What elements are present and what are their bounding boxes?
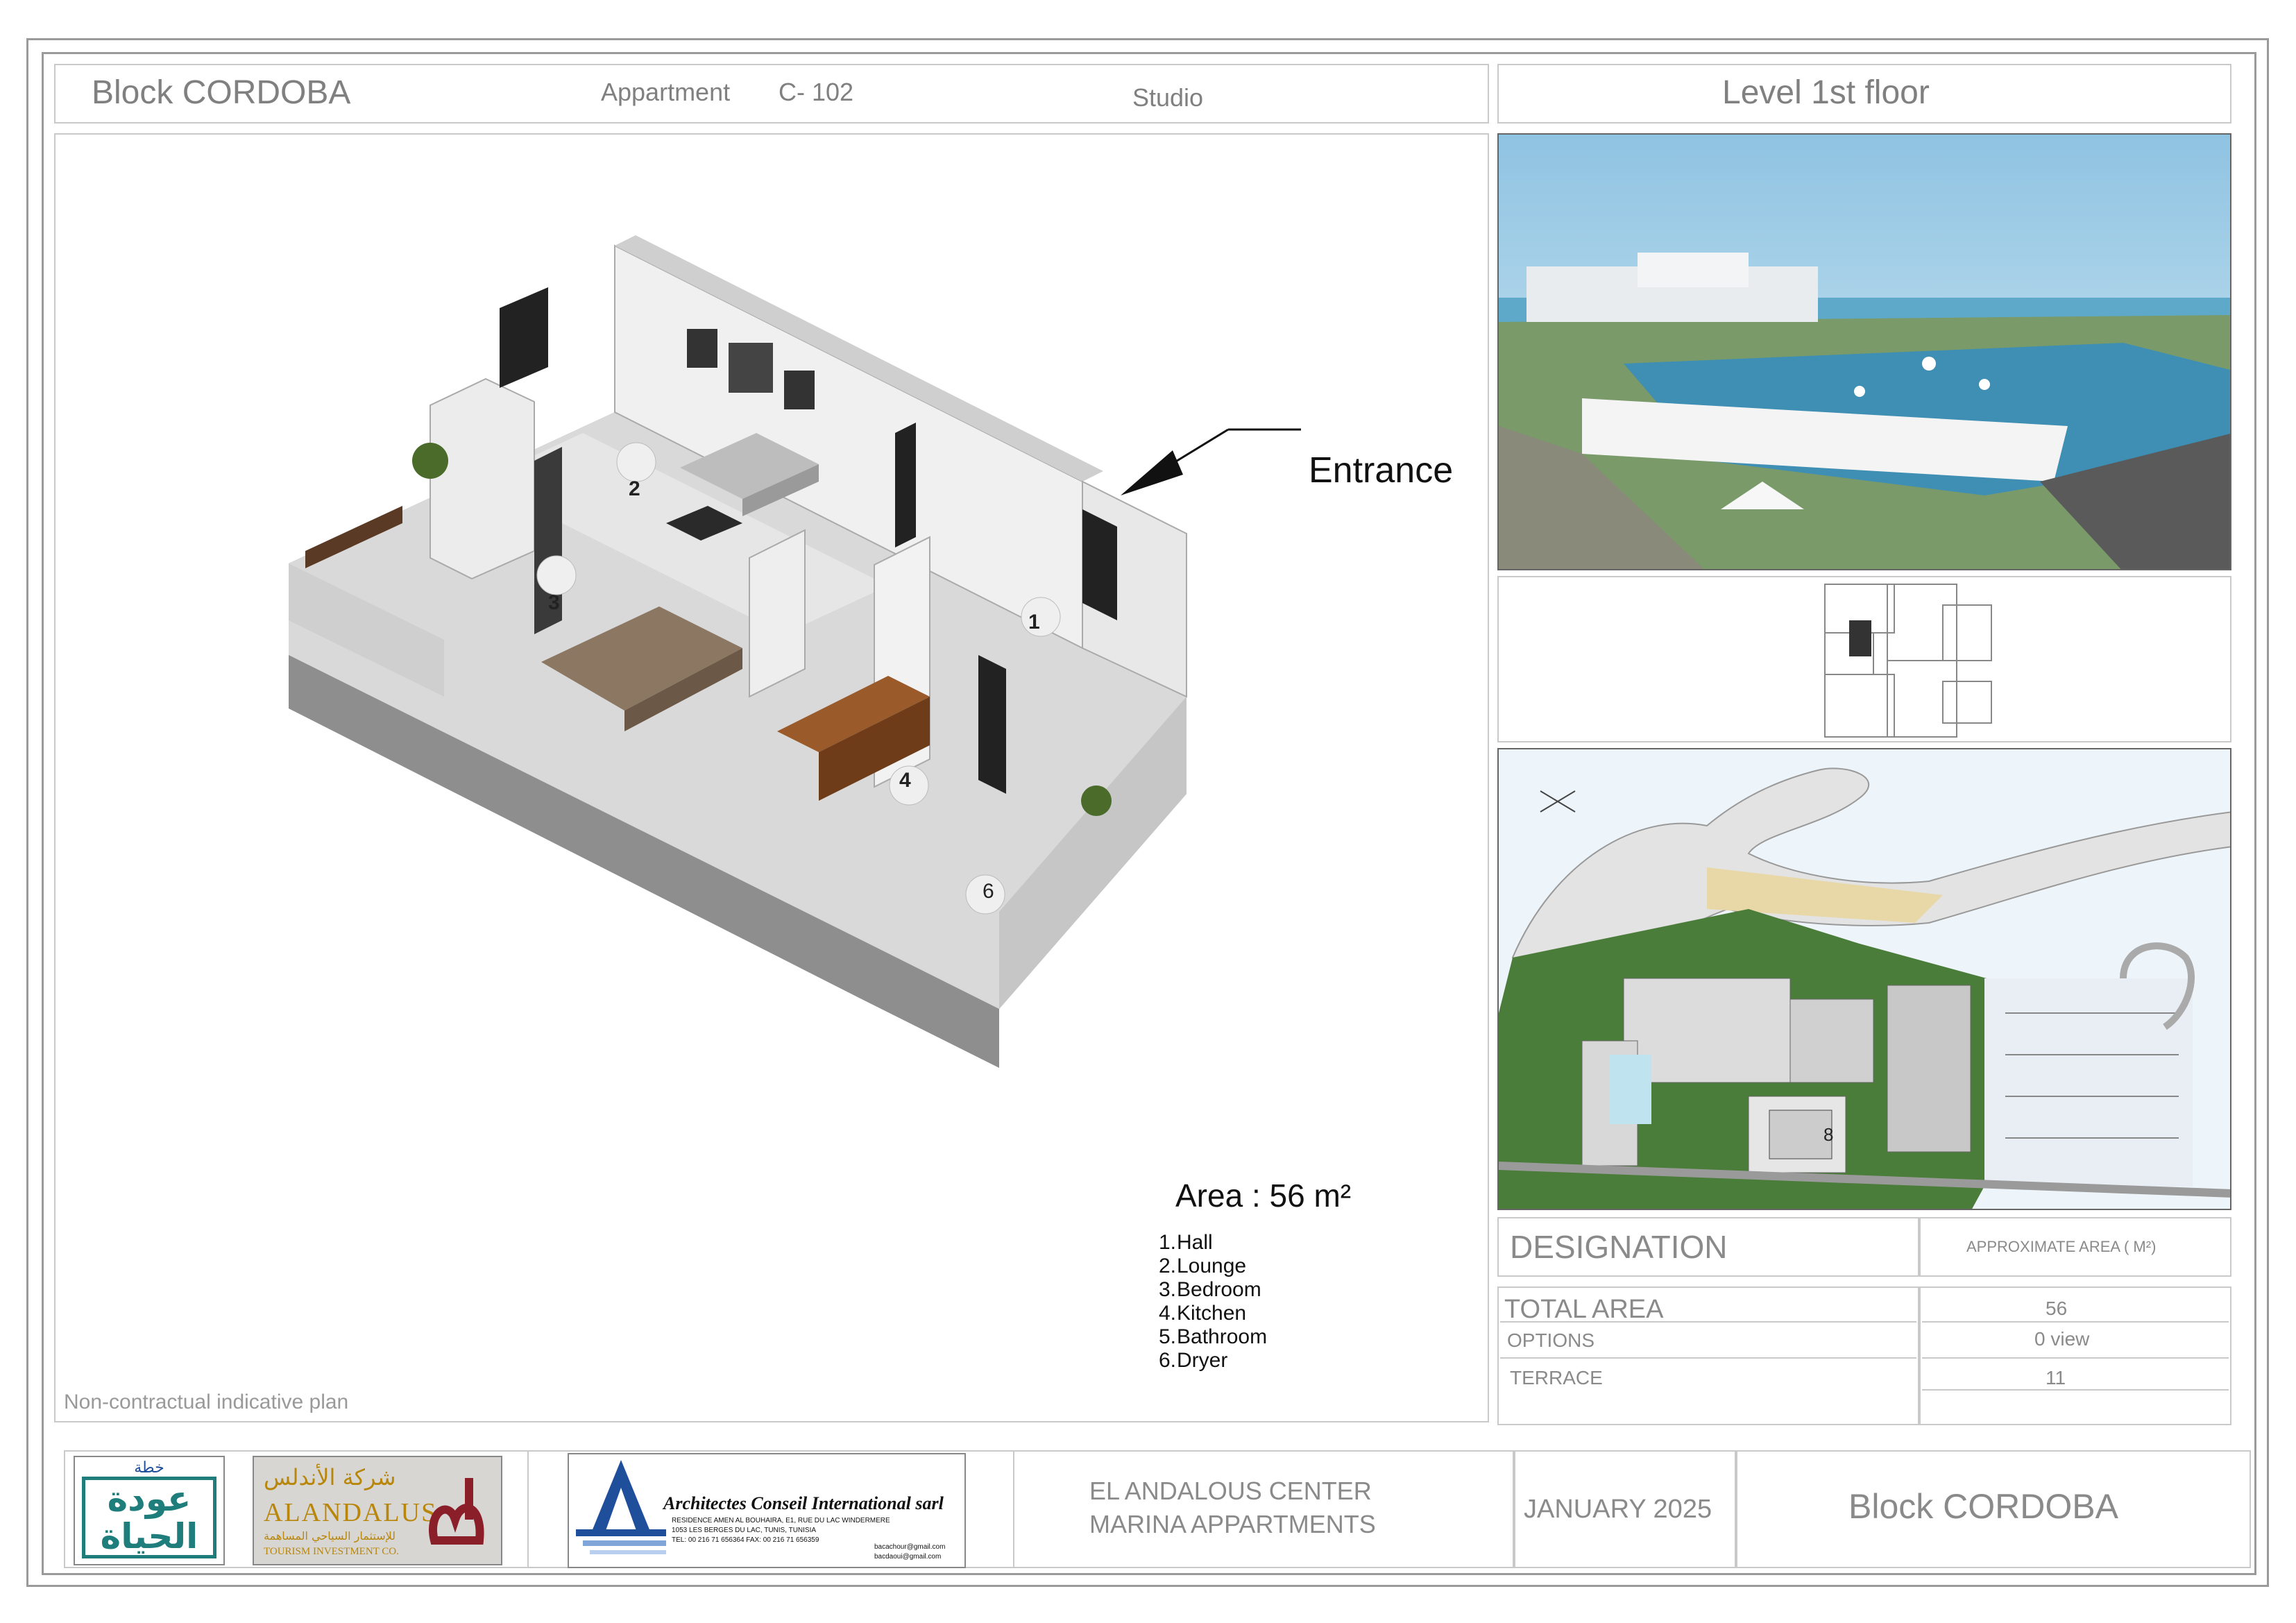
legend-item: 5.Bathroom [1159,1325,1268,1348]
entrance-label: Entrance [1309,450,1454,491]
footer-date: JANUARY 2025 [1524,1495,1712,1524]
project-name-line2: MARINA APPARTMENTS [1089,1510,1376,1538]
aerial-render [1497,133,2231,570]
site-plan-panel: 8 [1497,748,2231,1210]
site-plan-drawing [1499,749,2230,1209]
table-row-divider [1922,1321,2229,1323]
room-label-hall: 1 [1028,611,1040,634]
table-row-value: 0 view [2034,1328,2090,1350]
header-apartment-label: Appartment [601,78,731,106]
footer-divider [527,1452,529,1567]
project-name-line1: EL ANDALOUS CENTER [1089,1477,1372,1505]
room-legend: 1.Hall 2.Lounge 3.Bedroom 4.Kitchen 5.Ba… [1159,1231,1267,1373]
table-row-divider [1922,1389,2229,1391]
approx-area-header: APPROXIMATE AREA ( M²) [1966,1238,2157,1255]
table-row-value: 56 [2046,1298,2068,1319]
floor-plan-panel [54,133,1489,1422]
table-row-label: TERRACE [1510,1367,1603,1388]
room-label-kitchen: 4 [899,769,911,792]
room-label-lounge: 2 [629,477,640,500]
legend-item: 4.Kitchen [1159,1302,1247,1325]
header-block-title: Block CORDOBA [92,74,351,111]
header-level: Level 1st floor [1722,74,1930,111]
legend-item: 2.Lounge [1159,1255,1247,1277]
header-apartment-type: Studio [1132,83,1204,112]
area-title: Area : 56 m² [1175,1178,1352,1214]
isometric-plan-drawing [289,235,1301,1068]
footer-block: Block CORDOBA [1848,1487,2118,1526]
table-row-divider [1500,1357,1916,1359]
logo-2-emblem [429,1478,484,1545]
site-building-label: 8 [1823,1124,1834,1145]
table-value-column [1919,1286,2231,1425]
table-row-label: TOTAL AREA [1504,1295,1664,1324]
logo-architectes-conseil: Architectes Conseil International sarl R… [568,1453,966,1568]
room-label-dryer: 6 [983,880,994,903]
logo-alandalus: شركة الأندلس ALANDALUS للإستثمار السياحي… [253,1456,502,1565]
room-label-bedroom: 3 [548,591,560,614]
key-plan-drawing [1824,584,1992,738]
footer-project-cell [1013,1450,1514,1568]
table-row-label: OPTIONS [1507,1329,1595,1351]
table-row-value: 11 [2046,1367,2066,1388]
designation-header: DESIGNATION [1510,1229,1728,1265]
legend-item: 6.Dryer [1159,1349,1228,1372]
header-apartment-code: C- 102 [779,78,854,106]
key-plan-panel [1497,576,2231,742]
legend-item: 1.Hall [1159,1231,1213,1254]
logo-awdat-al-hayat: خطة عودة الحياة [74,1456,225,1565]
table-row-divider [1922,1357,2229,1359]
disclaimer: Non-contractual indicative plan [64,1391,349,1413]
logo-3-emblem [576,1460,666,1554]
logo-1-mark: عودة الحياة [82,1477,216,1558]
legend-item: 3.Bedroom [1159,1278,1261,1301]
